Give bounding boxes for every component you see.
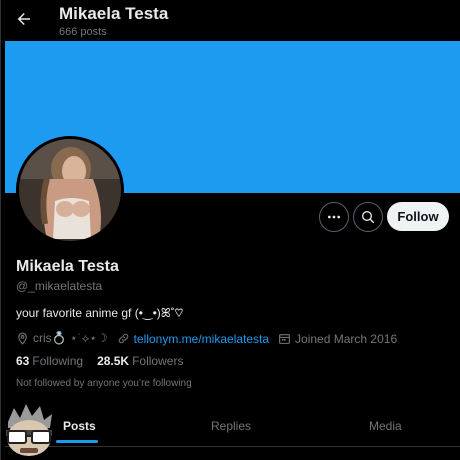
more-icon	[328, 215, 340, 219]
followers-count: 28.5K	[97, 354, 130, 368]
back-button[interactable]	[12, 7, 36, 31]
follow-button[interactable]: Follow	[387, 202, 449, 231]
profile-stats: 63 Following 28.5K Followers	[16, 354, 197, 368]
header-title: Mikaela Testa	[59, 4, 169, 23]
not-followed-notice: Not followed by anyone you’re following	[16, 378, 192, 389]
cartoon-avatar-overlay	[0, 400, 58, 460]
followers-label: Followers	[132, 354, 184, 368]
link-icon	[118, 333, 128, 344]
joined-item: Joined March 2016	[278, 332, 397, 346]
location-item: cris💍 ⋆˙⟡⋆☽	[16, 331, 108, 346]
following-count: 63	[16, 354, 30, 368]
top-header: Mikaela Testa 666 posts	[0, 0, 460, 41]
joined-text: Joined March 2016	[295, 331, 398, 346]
header-post-count: 666 posts	[59, 26, 107, 38]
tab-media[interactable]: Media	[369, 404, 402, 447]
search-icon	[362, 211, 375, 224]
avatar-photo	[19, 139, 121, 241]
more-options-button[interactable]	[319, 202, 349, 232]
followers-stat[interactable]: 28.5K Followers	[97, 354, 183, 368]
following-stat[interactable]: 63 Following	[16, 354, 83, 368]
following-label: Following	[32, 354, 84, 368]
profile-page: Mikaela Testa 666 posts Follow Mikaela T…	[0, 0, 460, 460]
calendar-icon	[279, 334, 290, 344]
profile-meta: cris💍 ⋆˙⟡⋆☽ tellonym.me/mikaelatesta Joi…	[16, 331, 406, 346]
next-post-preview	[60, 455, 460, 460]
back-arrow-icon	[17, 13, 30, 25]
location-text: cris💍 ⋆˙⟡⋆☽	[33, 331, 108, 345]
active-tab-indicator	[56, 440, 98, 443]
profile-handle: @_mikaelatesta	[16, 279, 103, 293]
website-item: tellonym.me/mikaelatesta	[117, 332, 269, 346]
website-link[interactable]: tellonym.me/mikaelatesta	[134, 332, 269, 346]
profile-display-name: Mikaela Testa	[16, 258, 119, 275]
tab-replies[interactable]: Replies	[211, 404, 251, 447]
profile-bio: your favorite anime gf (•‿•)ꕤ˚♡	[16, 306, 184, 320]
location-icon	[18, 332, 27, 345]
left-edge-divider	[0, 0, 5, 460]
profile-avatar[interactable]	[16, 136, 124, 244]
search-posts-button[interactable]	[353, 202, 383, 232]
